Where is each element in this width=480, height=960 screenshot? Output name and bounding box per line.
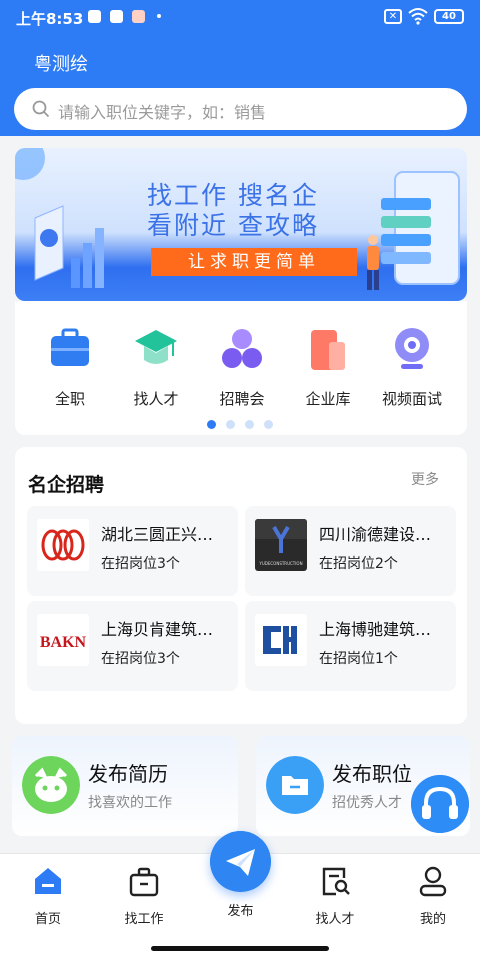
briefcase-icon bbox=[51, 328, 89, 366]
company-card[interactable]: YUDECONSTRUCTION 四川渝德建设… 在招岗位2个 bbox=[245, 506, 456, 596]
nav-label-publish[interactable]: 发布 bbox=[210, 900, 271, 919]
publish-title: 发布职位 bbox=[332, 762, 412, 786]
resume-icon bbox=[22, 756, 80, 814]
notification-icon bbox=[88, 10, 101, 23]
quick-link-label: 找人才 bbox=[133, 390, 179, 408]
company-open-jobs: 在招岗位2个 bbox=[319, 556, 398, 572]
pager-dot[interactable] bbox=[264, 420, 273, 429]
briefcase-icon bbox=[129, 867, 159, 897]
quick-link-jobfair[interactable]: 招聘会 bbox=[202, 326, 282, 409]
quick-link-fulltime[interactable]: 全职 bbox=[30, 326, 110, 409]
publish-title: 发布简历 bbox=[88, 762, 168, 786]
company-card[interactable]: BAKN 上海贝肯建筑… 在招岗位3个 bbox=[27, 601, 238, 691]
quick-link-companies[interactable]: 企业库 bbox=[288, 326, 368, 409]
more-notifications-dot bbox=[157, 14, 161, 18]
publish-subtitle: 招优秀人才 bbox=[332, 795, 402, 811]
quick-link-label: 招聘会 bbox=[219, 390, 265, 408]
header: 上午8:53 ✕ 40 粤测绘 请输入职位关键字，如：销售 bbox=[0, 0, 480, 136]
svg-text:BAKN: BAKN bbox=[40, 634, 87, 651]
banner-headline-2: 看附近 查攻略 bbox=[147, 211, 319, 240]
pager-dot-active[interactable] bbox=[207, 420, 216, 429]
section-title: 名企招聘 bbox=[28, 474, 105, 496]
company-open-jobs: 在招岗位1个 bbox=[319, 651, 398, 667]
featured-companies: 名企招聘 更多 湖北三圆正兴… 在招岗位3个 YUDECONSTRUCTION … bbox=[15, 447, 467, 724]
search-bar[interactable]: 请输入职位关键字，如：销售 bbox=[14, 88, 467, 130]
search-doc-icon bbox=[322, 867, 350, 896]
company-logo: BAKN bbox=[37, 614, 89, 666]
company-name: 上海贝肯建筑… bbox=[101, 620, 214, 639]
quick-link-label: 企业库 bbox=[305, 390, 351, 408]
publish-resume-card[interactable]: 发布简历 找喜欢的工作 bbox=[12, 736, 238, 836]
phone-illustration-icon bbox=[367, 171, 460, 290]
customer-service-headphones-icon[interactable] bbox=[411, 775, 469, 833]
home-icon bbox=[35, 868, 61, 894]
nav-label: 找人才 bbox=[315, 912, 355, 927]
nav-label: 我的 bbox=[419, 912, 446, 927]
decorative-circle bbox=[15, 148, 45, 180]
webcam-icon bbox=[395, 328, 429, 369]
more-link[interactable]: 更多 bbox=[411, 469, 439, 489]
company-open-jobs: 在招岗位3个 bbox=[101, 556, 180, 572]
svg-text:YUDECONSTRUCTION: YUDECONSTRUCTION bbox=[258, 561, 302, 566]
company-logo: YUDECONSTRUCTION bbox=[255, 519, 307, 571]
publish-subtitle: 找喜欢的工作 bbox=[88, 795, 172, 811]
nav-item-home[interactable]: 首页 bbox=[13, 864, 83, 927]
wifi-icon bbox=[408, 8, 428, 25]
search-input[interactable]: 请输入职位关键字，如：销售 bbox=[58, 99, 266, 123]
quick-link-label: 视频面试 bbox=[381, 390, 442, 408]
building-icon bbox=[311, 330, 345, 370]
status-bar: 上午8:53 ✕ 40 bbox=[0, 0, 480, 34]
quick-links: 全职 找人才 招聘会 企业库 视频面试 bbox=[15, 301, 467, 435]
company-card[interactable]: 上海博驰建筑… 在招岗位1个 bbox=[245, 601, 456, 691]
battery-icon: 40 bbox=[434, 9, 464, 24]
notification-icon bbox=[132, 10, 145, 23]
pager-dot[interactable] bbox=[245, 420, 254, 429]
quick-link-label: 全职 bbox=[54, 390, 85, 408]
nav-item-mine[interactable]: 我的 bbox=[398, 864, 468, 927]
carousel-pager bbox=[207, 414, 283, 429]
banner-tagline: 让求职更简单 bbox=[151, 248, 357, 276]
mute-icon: ✕ bbox=[384, 9, 402, 24]
quick-link-talent[interactable]: 找人才 bbox=[116, 326, 196, 409]
nav-item-find-job[interactable]: 找工作 bbox=[109, 864, 179, 927]
app-title: 粤测绘 bbox=[34, 54, 88, 75]
company-card[interactable]: 湖北三圆正兴… 在招岗位3个 bbox=[27, 506, 238, 596]
publish-fab-button[interactable] bbox=[210, 831, 271, 892]
pager-dot[interactable] bbox=[226, 420, 235, 429]
quick-link-video-interview[interactable]: 视频面试 bbox=[372, 326, 452, 409]
search-icon bbox=[32, 100, 50, 118]
user-icon bbox=[419, 866, 447, 897]
nav-label: 找工作 bbox=[124, 912, 164, 927]
company-logo bbox=[37, 519, 89, 571]
people-icon bbox=[222, 329, 262, 368]
status-time: 上午8:53 bbox=[16, 10, 84, 28]
company-open-jobs: 在招岗位3个 bbox=[101, 651, 180, 667]
graduation-cap-icon bbox=[135, 330, 177, 364]
notification-icon bbox=[110, 10, 123, 23]
home-indicator[interactable] bbox=[151, 946, 329, 951]
nav-label: 首页 bbox=[34, 912, 61, 927]
company-logo bbox=[255, 614, 307, 666]
company-name: 四川渝德建设… bbox=[319, 525, 432, 544]
company-name: 湖北三圆正兴… bbox=[101, 525, 214, 544]
chart-illustration-icon bbox=[34, 205, 104, 288]
nav-item-find-talent[interactable]: 找人才 bbox=[300, 864, 370, 927]
company-name: 上海博驰建筑… bbox=[319, 620, 432, 639]
folder-icon bbox=[266, 756, 324, 814]
promo-banner[interactable]: 找工作 搜名企 看附近 查攻略 让求职更简单 bbox=[15, 148, 467, 301]
